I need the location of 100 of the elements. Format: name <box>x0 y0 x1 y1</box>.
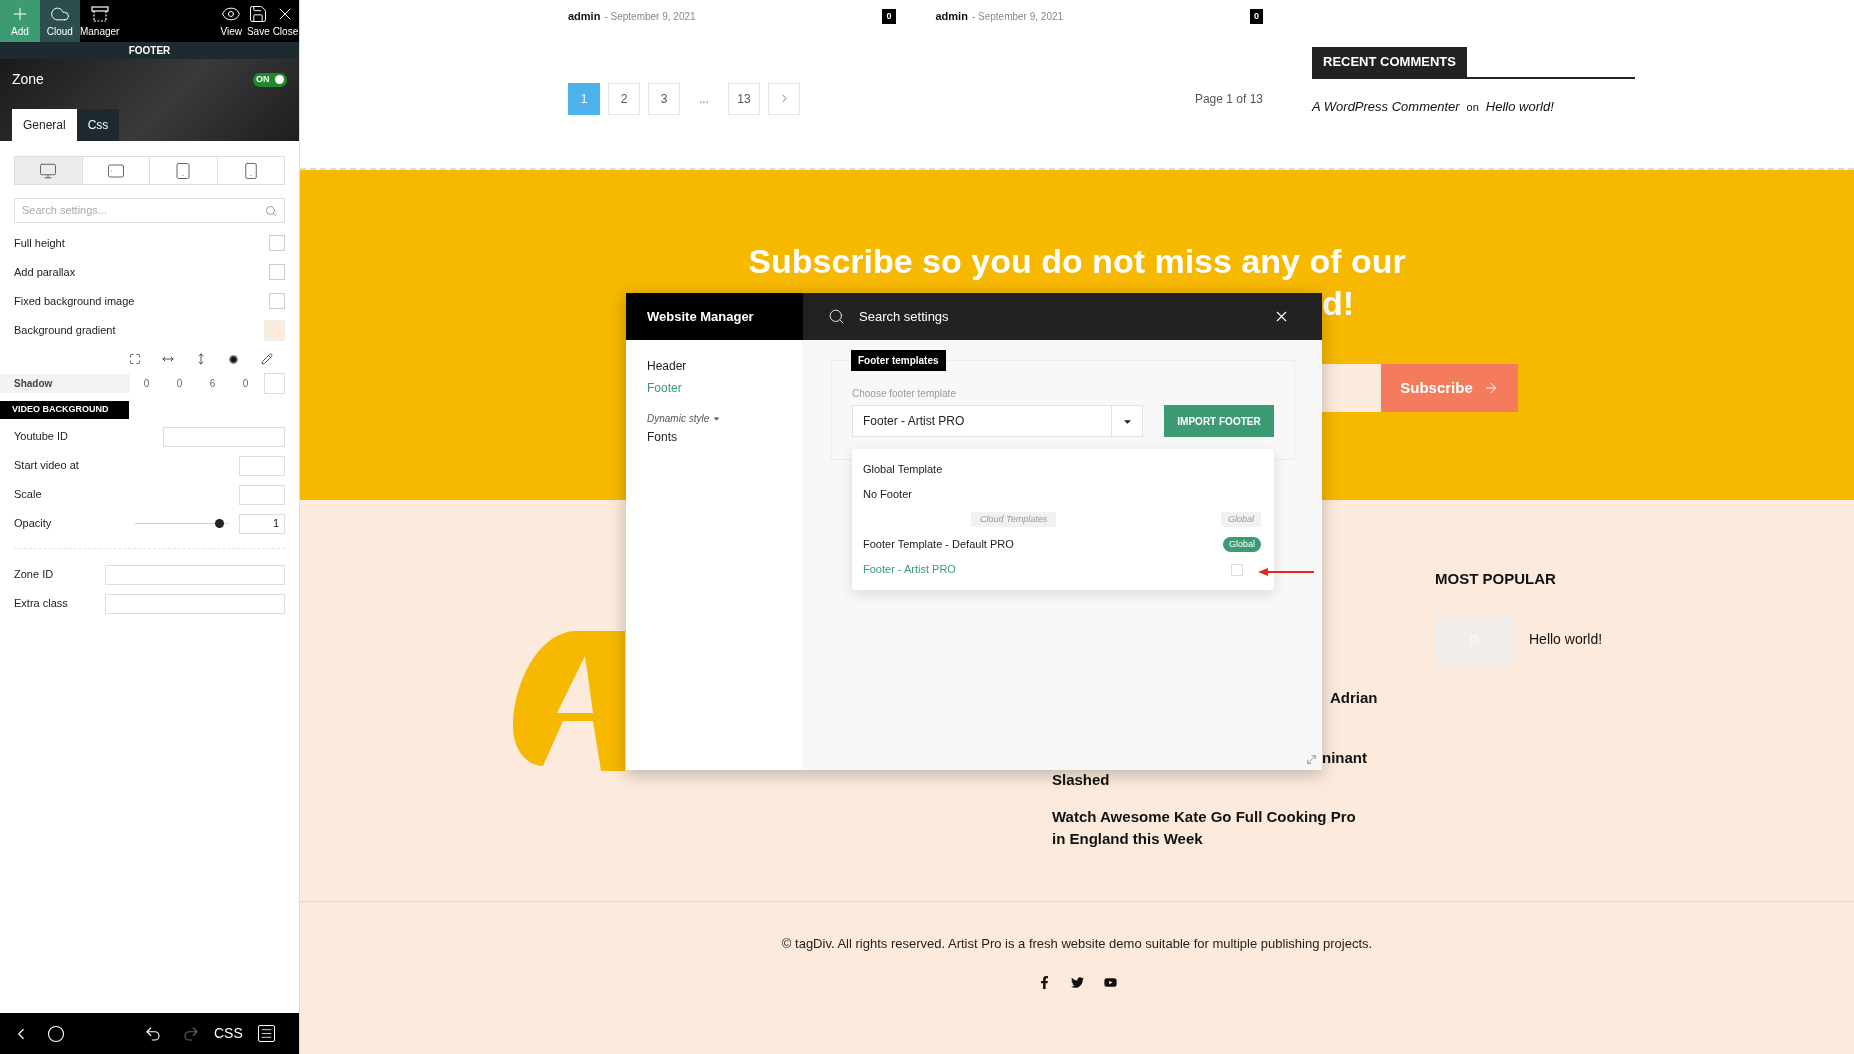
template-option[interactable]: No Footer <box>863 482 1263 507</box>
column-label: Global <box>1221 511 1261 528</box>
widget-title: MOST POPULAR <box>1435 569 1557 589</box>
subscribe-title: Subscribe so you do not miss any of our <box>747 241 1407 282</box>
card-title: Footer templates <box>851 350 946 371</box>
checkbox[interactable] <box>1231 563 1243 576</box>
widget-title: RECENT COMMENTS <box>1312 47 1467 77</box>
twitter-icon[interactable] <box>1070 975 1084 989</box>
section-label: FOOTER <box>0 42 299 59</box>
post-author[interactable]: admin <box>568 8 601 25</box>
search-input[interactable]: Search settings... <box>22 202 265 219</box>
color-swatch[interactable] <box>264 319 285 341</box>
window-icon <box>89 3 110 24</box>
nav-item[interactable]: Header <box>647 355 781 377</box>
value-field[interactable]: 1 <box>239 513 285 534</box>
settings-tab[interactable]: General <box>12 109 77 141</box>
toolbar-button[interactable]: Save <box>244 0 272 42</box>
post-thumbnail[interactable] <box>1435 614 1513 665</box>
pencil-icon <box>260 353 273 365</box>
comment-author[interactable]: A WordPress Commenter <box>1312 96 1460 116</box>
logo-icon <box>513 631 625 771</box>
option-label: Background gradient <box>14 322 116 338</box>
expand-icon <box>128 353 141 365</box>
option-label: Add parallax <box>14 264 76 280</box>
dynamic-style-dropdown[interactable]: Dynamic style <box>647 411 781 426</box>
post-date: - September 9, 2021 <box>971 10 1064 24</box>
toolbar-button[interactable]: Manager <box>79 0 120 42</box>
toggle-switch[interactable]: ON <box>253 72 287 87</box>
text-field[interactable] <box>105 564 285 585</box>
next-page-button[interactable] <box>768 82 800 115</box>
page-info: Page 1 of 13 <box>1194 90 1263 108</box>
field-label: Choose footer template <box>852 387 957 401</box>
article-title[interactable]: ninant <box>1322 747 1435 769</box>
search-input[interactable]: Search settings <box>859 306 1259 327</box>
text-field[interactable] <box>163 426 285 447</box>
article-title[interactable]: Adrian <box>1330 687 1435 709</box>
email-field[interactable] <box>1322 364 1381 412</box>
page-button[interactable]: 13 <box>728 82 760 115</box>
field-label: Opacity <box>14 516 52 532</box>
resize-icon <box>1305 753 1318 766</box>
settings-tab[interactable]: Css <box>76 109 120 141</box>
page-button[interactable]: 3 <box>648 82 680 115</box>
checkbox[interactable] <box>269 235 285 251</box>
desktop-icon <box>39 161 58 180</box>
option-label: Full height <box>14 235 65 251</box>
field-label: Zone ID <box>14 567 54 583</box>
comment-count-badge[interactable]: 0 <box>882 8 896 24</box>
checkbox[interactable] <box>269 293 285 309</box>
template-option[interactable]: Footer Template - Default PRO Global <box>863 532 1263 557</box>
page-button[interactable]: 2 <box>608 82 640 115</box>
toolbar-button[interactable]: View <box>217 0 245 42</box>
section-heading: VIDEO BACKGROUND <box>0 401 129 419</box>
shadow-value: 0 <box>142 377 151 391</box>
template-option[interactable]: Global Template <box>863 457 1263 482</box>
field-label: Start video at <box>14 458 79 474</box>
toolbar-button[interactable]: Close <box>271 0 299 42</box>
post-date: - September 9, 2021 <box>604 10 696 24</box>
toolbar-button[interactable]: Cloud <box>39 0 80 42</box>
article-title[interactable]: Watch Awesome Kate Go Full Cooking Pro in England this Week <box>1052 806 1362 850</box>
tablet-icon <box>106 161 125 180</box>
comment-post-link[interactable]: Hello world! <box>1485 96 1554 116</box>
post-title[interactable]: Hello world! <box>1529 629 1603 650</box>
nav-item[interactable]: Fonts <box>647 426 781 448</box>
copyright-text: © tagDiv. All rights reserved. Artist Pro is a fresh website demo suitable for multiple publishing projects. <box>781 935 1373 953</box>
dialog-title: Website Manager <box>647 307 754 326</box>
option-label: Fixed background image <box>14 293 135 309</box>
youtube-icon[interactable] <box>1103 975 1117 989</box>
text-field[interactable] <box>239 484 285 505</box>
post-author[interactable]: admin <box>935 8 968 25</box>
undo-button[interactable] <box>143 1024 162 1043</box>
caret-icon <box>712 414 722 423</box>
menu-button[interactable] <box>257 1025 275 1042</box>
shadow-label: Shadow <box>0 374 130 393</box>
slider-thumb[interactable] <box>215 519 225 528</box>
home-button[interactable] <box>47 1024 65 1043</box>
template-option[interactable]: Footer - Artist PRO <box>863 557 1263 582</box>
global-badge: Global <box>1223 536 1261 553</box>
comment-count-badge[interactable]: 0 <box>1250 8 1263 24</box>
shadow-value: 0 <box>241 377 250 391</box>
search-icon <box>265 204 277 217</box>
group-label: Cloud Templates <box>971 511 1057 528</box>
field-label: Scale <box>14 487 42 503</box>
checkbox[interactable] <box>269 264 285 280</box>
zone-title: Zone <box>12 70 44 89</box>
pagination-ellipsis: ... <box>698 90 710 108</box>
shadow-value: 0 <box>175 377 184 391</box>
css-button[interactable]: CSS <box>214 1023 243 1044</box>
shadow-color-swatch <box>264 373 285 394</box>
device-tab[interactable] <box>15 157 83 184</box>
arrow-icon <box>1258 568 1314 576</box>
save-icon <box>248 3 269 24</box>
text-field[interactable] <box>239 455 285 476</box>
article-title[interactable]: Slashed <box>1052 769 1435 791</box>
text-field[interactable] <box>105 593 285 614</box>
comment-on-text: on <box>1466 99 1479 115</box>
subscribe-title-end: d! <box>1322 283 1356 324</box>
opacity-slider[interactable] <box>135 518 229 529</box>
search-field[interactable]: Search settings... <box>14 198 285 223</box>
field-label: Youtube ID <box>14 429 69 445</box>
template-select[interactable]: Footer - Artist PRO <box>852 405 1143 437</box>
